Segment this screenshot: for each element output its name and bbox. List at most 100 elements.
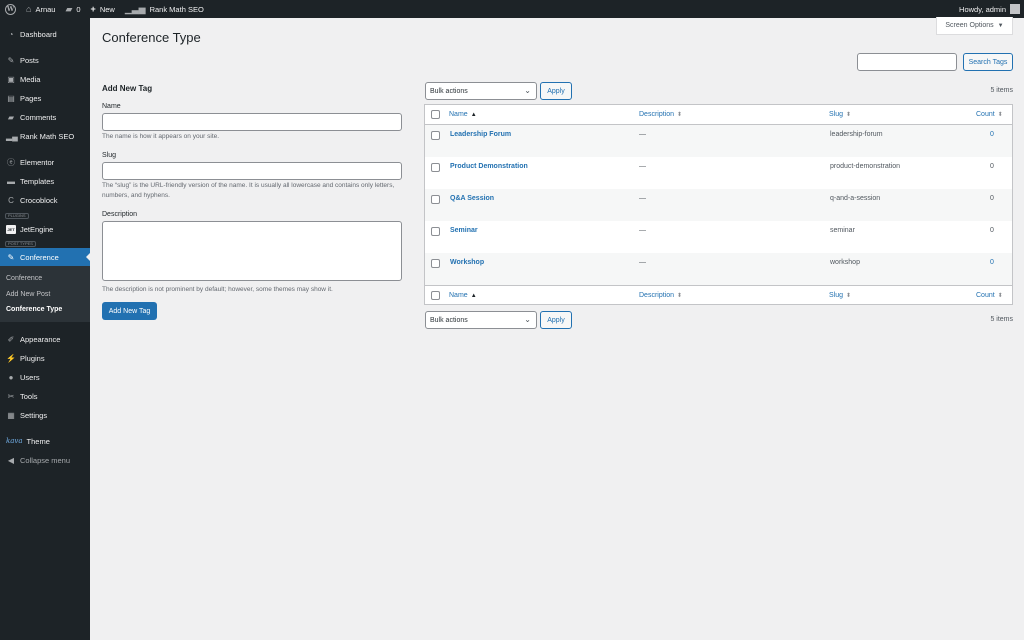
pin-icon: ✎	[7, 252, 15, 262]
menu-users[interactable]: ● Users	[0, 368, 90, 386]
apply-button-top[interactable]: Apply	[540, 82, 572, 100]
table-row: Seminar — seminar 0	[425, 221, 1012, 253]
row-checkbox[interactable]	[431, 195, 440, 204]
name-input[interactable]	[102, 113, 402, 131]
submenu-add-new-post[interactable]: Add New Post	[6, 291, 50, 298]
menu-label: Rank Math SEO	[20, 131, 75, 141]
table-row: Workshop — workshop 0	[425, 253, 1012, 285]
term-name-link[interactable]: Product Demonstration	[450, 163, 528, 170]
caret-down-icon: ▼	[997, 22, 1004, 29]
howdy-text: Howdy, admin	[959, 4, 1006, 14]
bulk-actions-value: Bulk actions	[430, 87, 468, 95]
sort-icon: ⬍	[997, 293, 1003, 299]
column-count-footer[interactable]: Count ⬍	[976, 292, 1003, 299]
rankmath-label: Rank Math SEO	[149, 4, 204, 14]
slug-label: Slug	[102, 152, 117, 159]
admin-menu: ◔ Dashboard ✎ Posts ▣ Media ▤ Pages ▰ Comment…	[0, 18, 90, 640]
menu-pages[interactable]: ▤ Pages	[0, 89, 90, 107]
column-slug-footer[interactable]: Slug ⬍	[829, 292, 851, 299]
menu-dashboard[interactable]: ◔ Dashboard	[0, 25, 90, 43]
wordpress-icon: W	[5, 3, 16, 15]
sort-icon: ⬍	[846, 293, 852, 299]
term-slug: product-demonstration	[830, 163, 901, 170]
row-checkbox[interactable]	[431, 131, 440, 140]
column-name-footer[interactable]: Name ▲	[449, 292, 477, 299]
menu-label: JetEngine	[20, 224, 54, 234]
menu-label: Settings	[20, 410, 48, 420]
bulk-actions-value: Bulk actions	[430, 316, 468, 324]
site-name-link[interactable]: ⌂ Arnau	[21, 0, 60, 18]
new-content-link[interactable]: + New	[86, 0, 120, 18]
sort-icon: ⬍	[846, 112, 852, 118]
header-label: Name	[449, 292, 468, 299]
apply-button-bottom[interactable]: Apply	[540, 311, 572, 329]
term-slug: workshop	[830, 259, 860, 266]
screen-options-button[interactable]: Screen Options ▼	[936, 17, 1013, 35]
menu-conference[interactable]: ✎ Conference	[0, 248, 90, 266]
column-description-header[interactable]: Description ⬍	[639, 111, 682, 118]
comments-link[interactable]: ▰ 0	[60, 0, 85, 18]
column-name-header[interactable]: Name ▲	[449, 111, 477, 118]
bulk-actions-select-bottom[interactable]: Bulk actions ⌄	[425, 311, 537, 329]
add-new-tag-button[interactable]: Add New Tag	[102, 302, 157, 320]
menu-comments[interactable]: ▰ Comments	[0, 108, 90, 126]
column-count-header[interactable]: Count ⬍	[976, 111, 1003, 118]
term-name-link[interactable]: Workshop	[450, 259, 484, 266]
menu-appearance[interactable]: ✐ Appearance	[0, 330, 90, 348]
kava-logo-icon: kava	[6, 437, 23, 445]
term-count-link[interactable]: 0	[990, 259, 994, 266]
term-count-link[interactable]: 0	[990, 131, 994, 138]
sort-asc-icon: ▲	[470, 293, 477, 299]
submenu-conference-type[interactable]: Conference Type	[6, 306, 62, 313]
menu-tools[interactable]: ✂ Tools	[0, 387, 90, 405]
brush-icon: ✐	[7, 334, 15, 344]
search-tags-button[interactable]: Search Tags	[963, 53, 1013, 71]
header-label: Count	[976, 292, 995, 299]
menu-crocoblock[interactable]: C Crocoblock	[0, 191, 90, 209]
user-icon: ●	[8, 372, 14, 382]
account-menu[interactable]: Howdy, admin	[954, 0, 1024, 18]
column-description-footer[interactable]: Description ⬍	[639, 292, 682, 299]
select-all-checkbox[interactable]	[431, 291, 440, 300]
rankmath-link[interactable]: ▁▃▅ Rank Math SEO	[120, 0, 209, 18]
home-icon: ⌂	[26, 3, 32, 14]
description-textarea[interactable]	[102, 221, 402, 281]
menu-plugins[interactable]: ⚡ Plugins	[0, 349, 90, 367]
row-checkbox[interactable]	[431, 227, 440, 236]
menu-label: Tools	[20, 391, 38, 401]
select-all-checkbox[interactable]	[431, 110, 440, 119]
menu-theme[interactable]: kava Theme	[0, 432, 90, 450]
header-label: Description	[639, 111, 675, 118]
plug-icon: ⚡	[6, 353, 16, 363]
name-help: The name is how it appears on your site.	[102, 133, 220, 140]
pages-icon: ▤	[7, 93, 15, 103]
description-label: Description	[102, 211, 138, 218]
folder-icon: ▬	[7, 176, 15, 186]
column-slug-header[interactable]: Slug ⬍	[829, 111, 851, 118]
wp-logo-menu[interactable]: W	[0, 0, 21, 18]
bulk-actions-select-top[interactable]: Bulk actions ⌄	[425, 82, 537, 100]
comments-count: 0	[76, 4, 81, 14]
menu-jetengine[interactable]: JET JetEngine	[0, 220, 90, 238]
rankmath-icon: ▁▃▅	[124, 3, 146, 14]
menu-settings[interactable]: ▦ Settings	[0, 406, 90, 424]
term-name-link[interactable]: Seminar	[450, 227, 478, 234]
term-description: —	[639, 131, 646, 138]
menu-elementor[interactable]: ⓔ Elementor	[0, 153, 90, 171]
dashboard-icon: ◔	[8, 29, 14, 39]
term-slug: leadership-forum	[830, 131, 883, 138]
submenu-conference[interactable]: Conference	[6, 275, 42, 282]
menu-rankmath[interactable]: ▂▄ Rank Math SEO	[0, 127, 90, 145]
term-name-link[interactable]: Q&A Session	[450, 195, 494, 202]
term-name-link[interactable]: Leadership Forum	[450, 131, 511, 138]
menu-templates[interactable]: ▬ Templates	[0, 172, 90, 190]
admin-bar: W ⌂ Arnau ▰ 0 + New ▁▃▅ Rank Math SEO Howdy,…	[0, 0, 1024, 18]
menu-posts[interactable]: ✎ Posts	[0, 51, 90, 69]
row-checkbox[interactable]	[431, 259, 440, 268]
menu-label: Posts	[20, 55, 39, 65]
menu-media[interactable]: ▣ Media	[0, 70, 90, 88]
collapse-menu-button[interactable]: ◀ Collapse menu	[0, 451, 90, 469]
row-checkbox[interactable]	[431, 163, 440, 172]
slug-input[interactable]	[102, 162, 402, 180]
search-input[interactable]	[857, 53, 957, 71]
